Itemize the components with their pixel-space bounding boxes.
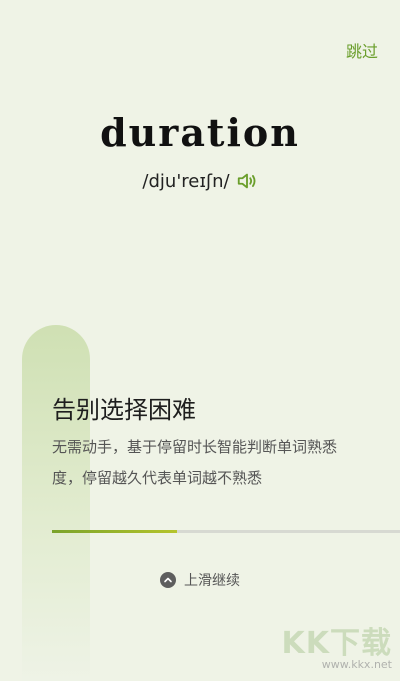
swipe-up-label: 上滑继续 (184, 573, 240, 589)
speaker-icon[interactable] (236, 170, 258, 192)
chevron-up-icon (160, 572, 176, 588)
swipe-up-hint[interactable]: 上滑继续 (0, 570, 400, 590)
word-title: duration (100, 110, 300, 155)
feature-description: 无需动手，基于停留时长智能判断单词熟悉度，停留越久代表单词越不熟悉 (52, 438, 338, 487)
skip-button[interactable]: 跳过 (346, 38, 378, 62)
feature-title: 告别选择困难 (52, 396, 196, 424)
decorative-pill (22, 325, 90, 681)
watermark-logo: KK下载 (281, 626, 392, 661)
progress-fill (52, 530, 178, 533)
phonetic-row: /dju'reɪʃn/ (0, 170, 400, 192)
phonetic-text: /dju'reɪʃn/ (142, 170, 230, 192)
progress-track (52, 530, 400, 533)
watermark: KK下载 www.kkx.net (282, 618, 393, 671)
